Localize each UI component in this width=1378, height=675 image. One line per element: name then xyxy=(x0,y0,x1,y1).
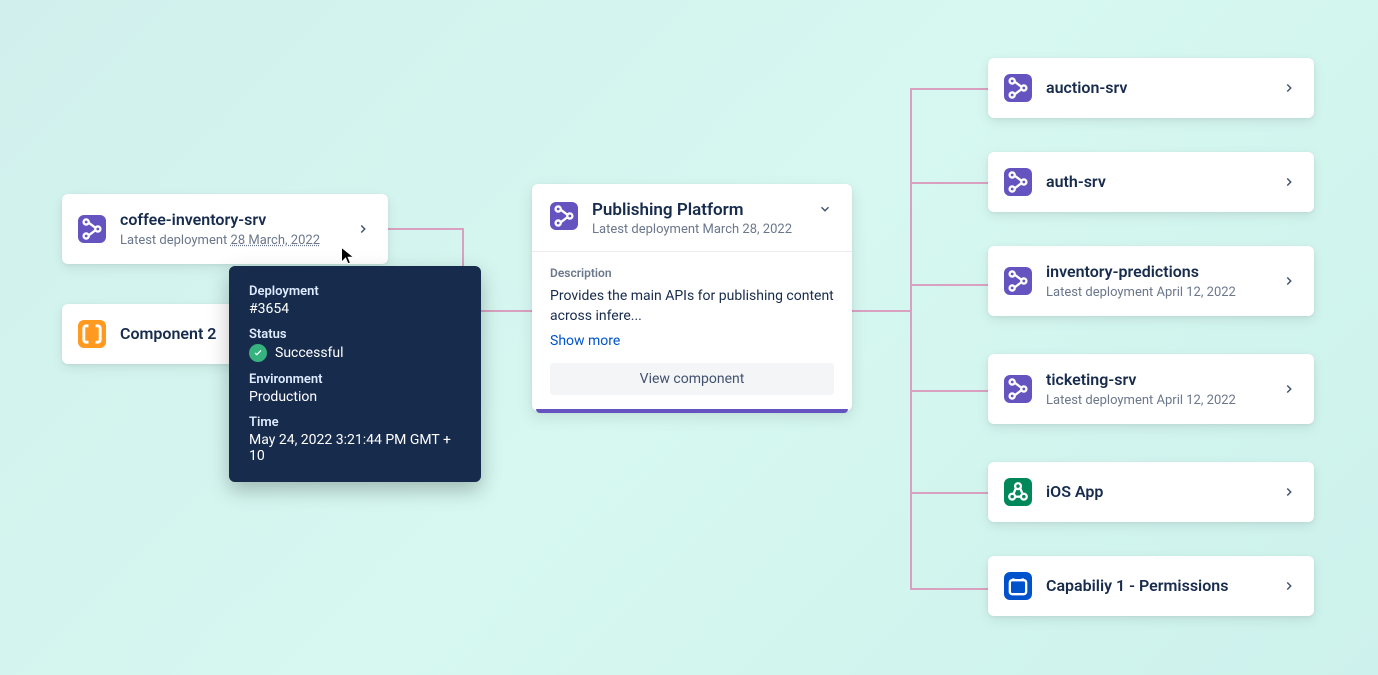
node-title: ticketing-srv xyxy=(1046,370,1280,391)
brackets-icon xyxy=(78,320,106,348)
chevron-right-icon xyxy=(1280,483,1298,501)
component-icon xyxy=(1004,168,1032,196)
component-icon xyxy=(1004,375,1032,403)
check-circle-icon xyxy=(249,344,267,362)
chevron-right-icon xyxy=(1280,380,1298,398)
node-title: inventory-predictions xyxy=(1046,262,1280,283)
node-coffee-inventory[interactable]: coffee-inventory-srv Latest deployment 2… xyxy=(62,194,388,264)
description-text: Provides the main APIs for publishing co… xyxy=(550,286,834,327)
node-subtitle: Latest deployment April 12, 2022 xyxy=(1046,285,1280,300)
chevron-down-icon[interactable] xyxy=(816,200,834,218)
popover-status-value: Successful xyxy=(275,345,344,361)
popover-deployment-label: Deployment xyxy=(249,284,461,299)
popover-time-label: Time xyxy=(249,415,461,430)
center-header: Publishing Platform Latest deployment Ma… xyxy=(532,184,852,252)
popover-env-label: Environment xyxy=(249,372,461,387)
popover-time-value: May 24, 2022 3:21:44 PM GMT + 10 xyxy=(249,432,461,464)
deployment-popover: Deployment #3654 Status Successful Envir… xyxy=(229,266,481,482)
node-ios-app[interactable]: iOS App xyxy=(988,462,1314,522)
node-title: auth-srv xyxy=(1046,172,1280,193)
node-ticketing-srv[interactable]: ticketing-srv Latest deployment April 12… xyxy=(988,354,1314,424)
component-icon xyxy=(550,202,578,230)
node-capability-permissions[interactable]: Capabiliy 1 - Permissions xyxy=(988,556,1314,616)
center-title: Publishing Platform xyxy=(592,200,816,220)
popover-status-label: Status xyxy=(249,327,461,342)
component-icon xyxy=(1004,74,1032,102)
component-icon xyxy=(78,215,106,243)
view-component-button[interactable]: View component xyxy=(550,363,834,395)
popover-env-value: Production xyxy=(249,389,461,405)
capability-icon xyxy=(1004,572,1032,600)
node-inventory-predictions[interactable]: inventory-predictions Latest deployment … xyxy=(988,246,1314,316)
node-auction-srv[interactable]: auction-srv xyxy=(988,58,1314,118)
chevron-right-icon xyxy=(1280,577,1298,595)
chevron-right-icon xyxy=(1280,173,1298,191)
node-title: auction-srv xyxy=(1046,78,1280,99)
chevron-right-icon xyxy=(354,220,372,238)
node-auth-srv[interactable]: auth-srv xyxy=(988,152,1314,212)
node-publishing-platform[interactable]: Publishing Platform Latest deployment Ma… xyxy=(532,184,852,411)
chevron-right-icon xyxy=(1280,272,1298,290)
component-icon xyxy=(1004,267,1032,295)
popover-deployment-value: #3654 xyxy=(249,301,461,317)
show-more-link[interactable]: Show more xyxy=(550,333,834,349)
chevron-right-icon xyxy=(1280,79,1298,97)
node-title: iOS App xyxy=(1046,482,1280,503)
app-icon xyxy=(1004,478,1032,506)
description-label: Description xyxy=(550,266,834,280)
center-subtitle: Latest deployment March 28, 2022 xyxy=(592,222,816,237)
node-title: coffee-inventory-srv xyxy=(120,210,354,231)
node-title: Capabiliy 1 - Permissions xyxy=(1046,576,1280,597)
node-subtitle: Latest deployment 28 March, 2022 xyxy=(120,233,354,248)
node-body: coffee-inventory-srv Latest deployment 2… xyxy=(120,210,354,248)
node-subtitle: Latest deployment April 12, 2022 xyxy=(1046,393,1280,408)
